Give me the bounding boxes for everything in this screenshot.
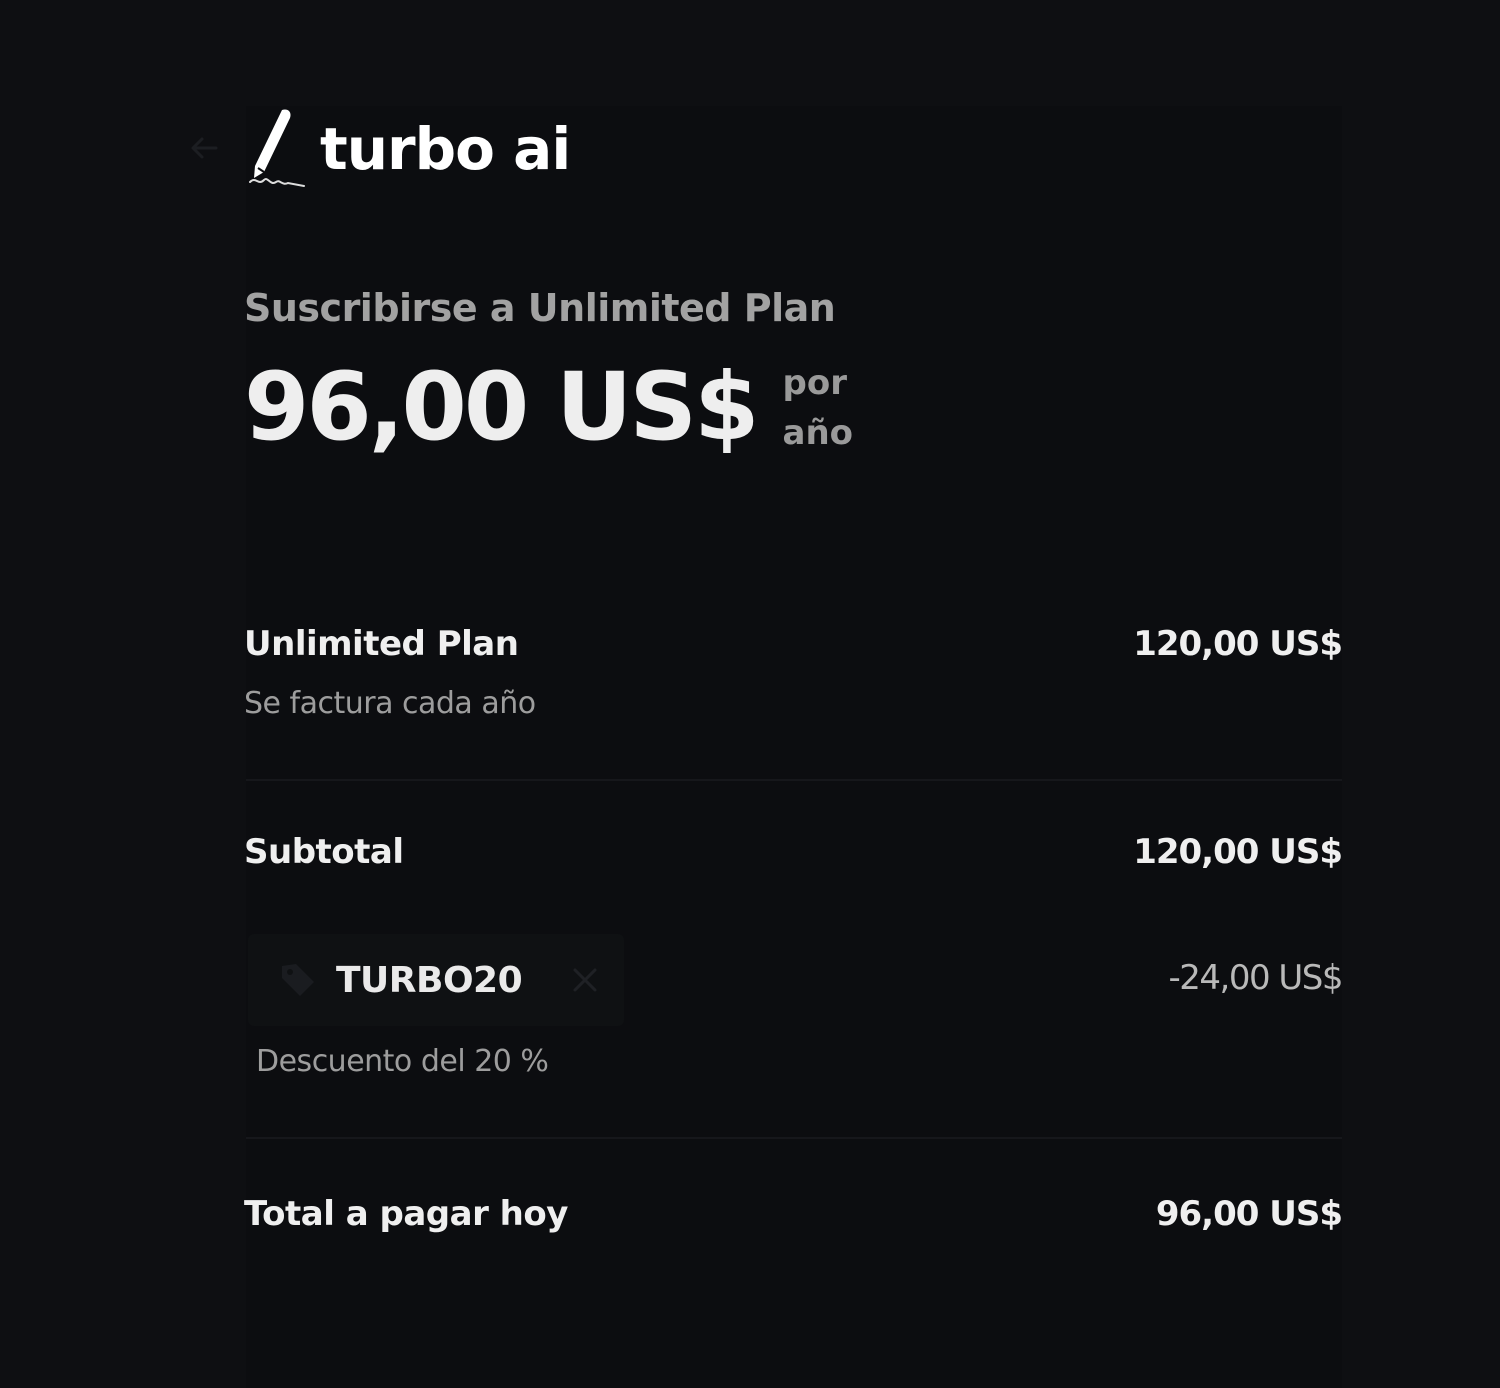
plan-amount: 120,00 US$ bbox=[1133, 624, 1343, 664]
tag-icon bbox=[282, 964, 314, 996]
close-icon[interactable] bbox=[568, 963, 602, 997]
price-amount: 96,00 US$ bbox=[244, 352, 759, 462]
arrow-left-icon bbox=[191, 137, 218, 159]
plan-line-item: Unlimited Plan 120,00 US$ bbox=[244, 624, 1343, 664]
subtotal-amount: 120,00 US$ bbox=[1133, 832, 1343, 872]
plan-name: Unlimited Plan bbox=[244, 624, 519, 664]
price-period: por año bbox=[782, 363, 854, 453]
brand-name: turbo ai bbox=[320, 115, 571, 183]
promo-code-chip: TURBO20 bbox=[248, 934, 624, 1026]
brand-logo: turbo ai bbox=[244, 104, 571, 194]
divider bbox=[246, 1137, 1342, 1139]
discount-amount: -24,00 US$ bbox=[1168, 958, 1343, 998]
checkout-page: turbo ai Suscribirse a Unlimited Plan 96… bbox=[0, 0, 1500, 1388]
total-row: Total a pagar hoy 96,00 US$ bbox=[244, 1194, 1343, 1234]
discount-description: Descuento del 20 % bbox=[256, 1044, 549, 1079]
subtotal-label: Subtotal bbox=[244, 832, 404, 872]
promo-code: TURBO20 bbox=[336, 959, 523, 1001]
price-display: 96,00 US$ por año bbox=[244, 358, 873, 458]
divider bbox=[246, 779, 1342, 781]
back-button[interactable] bbox=[184, 128, 224, 168]
total-label: Total a pagar hoy bbox=[244, 1194, 568, 1234]
pen-signature-icon bbox=[249, 109, 305, 187]
plan-billing-note: Se factura cada año bbox=[244, 686, 536, 721]
subtotal-row: Subtotal 120,00 US$ bbox=[244, 832, 1343, 872]
total-amount: 96,00 US$ bbox=[1155, 1194, 1343, 1234]
subscribe-title: Suscribirse a Unlimited Plan bbox=[244, 286, 836, 330]
